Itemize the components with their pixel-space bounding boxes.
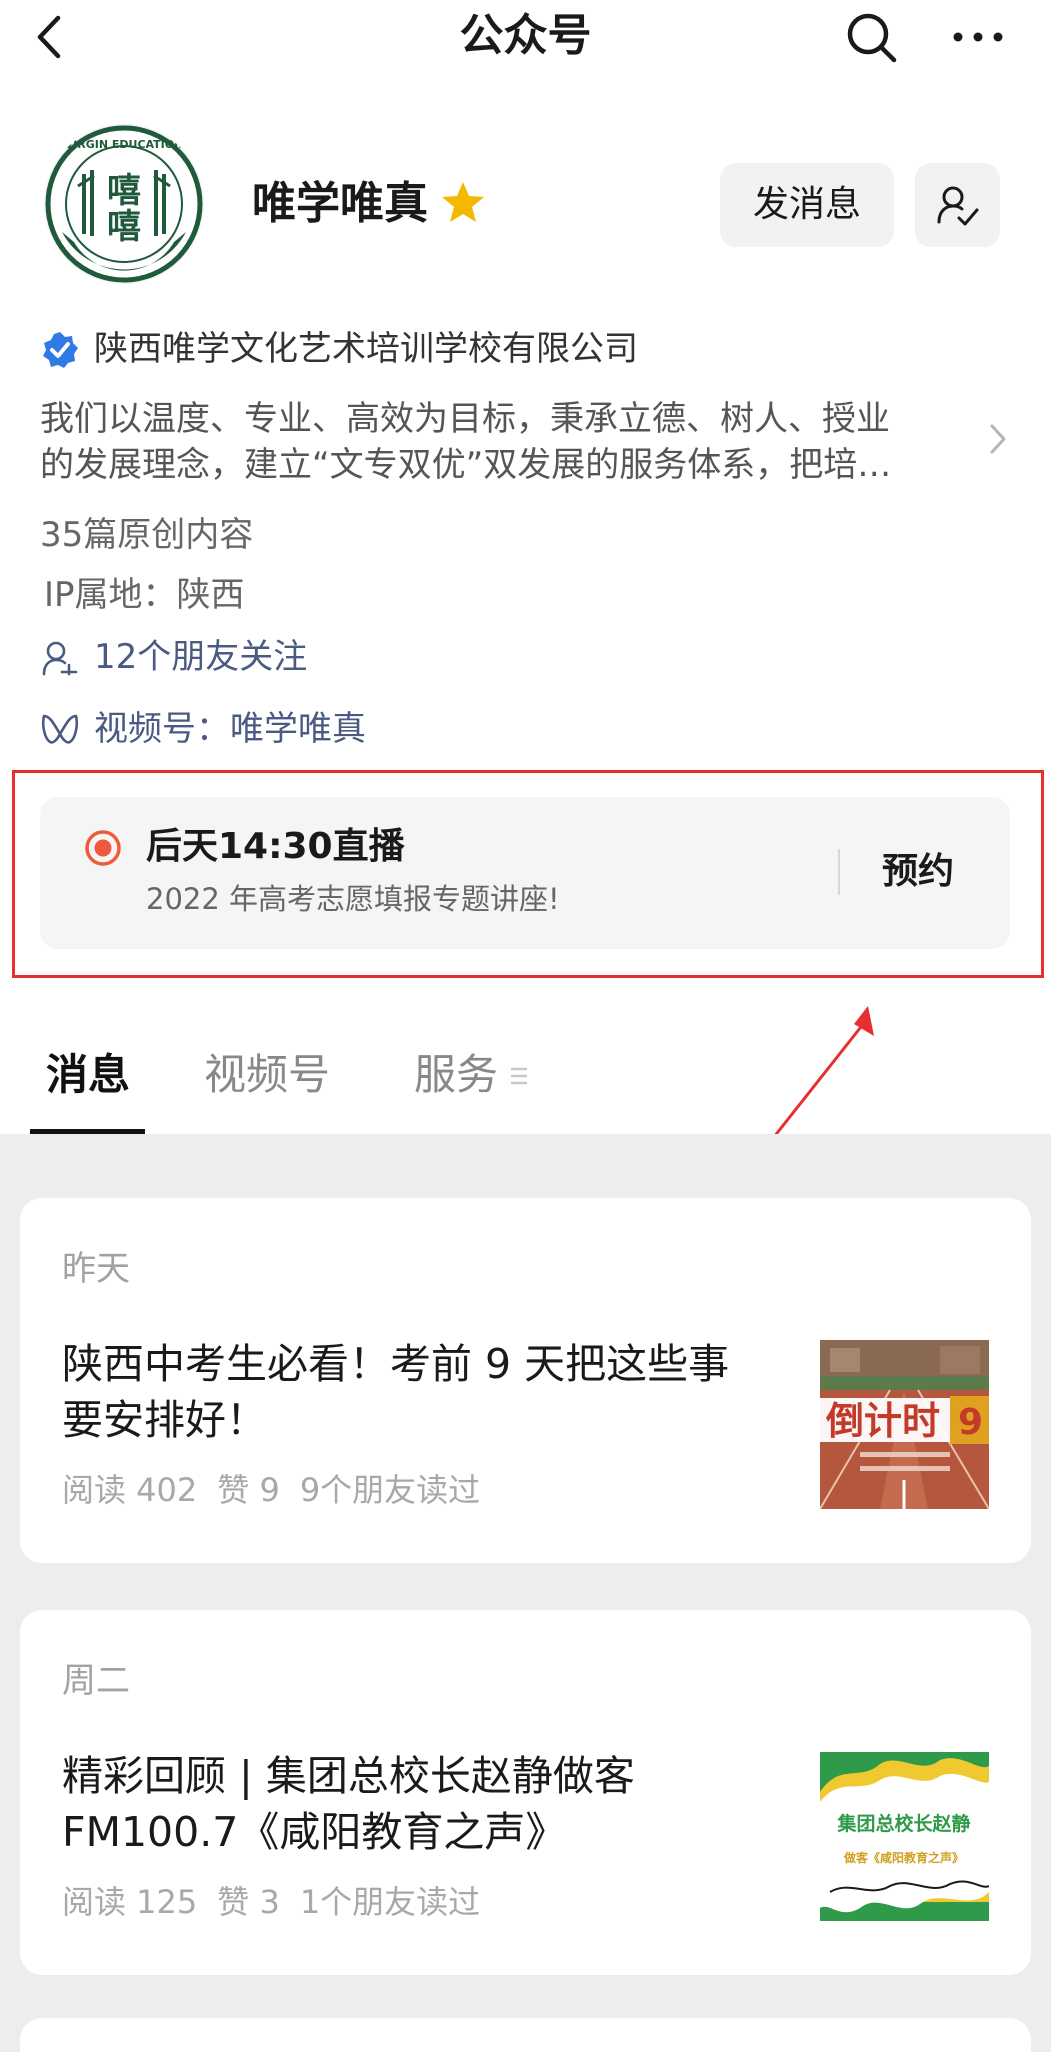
avatar-ring-text: VIRGIN EDUCATION	[65, 138, 184, 151]
account-avatar[interactable]: VIRGIN EDUCATION 嘻 嘻	[44, 124, 204, 284]
article-friends-read: 9个朋友读过	[299, 1471, 481, 1509]
description-line: 我们以温度、专业、高效为目标，秉承立德、树人、授业	[40, 399, 890, 439]
article-title: 精彩回顾 | 集团总校长赵静做客 FM100.7《咸阳教育之声》	[62, 1748, 802, 1860]
article-card[interactable]: 昨天 陕西中考生必看！考前 9 天把这些事 要安排好！ 阅读 402 赞 9 9个朋…	[20, 1198, 1031, 1563]
article-title-line: 要安排好！	[62, 1396, 267, 1444]
follow-settings-button[interactable]	[915, 163, 1000, 247]
menu-lines-icon[interactable]	[509, 1063, 529, 1089]
article-feed: 昨天 陕西中考生必看！考前 9 天把这些事 要安排好！ 阅读 402 赞 9 9个朋…	[0, 1134, 1051, 2052]
article-title: 陕西中考生必看！考前 9 天把这些事 要安排好！	[62, 1336, 802, 1448]
user-check-icon	[937, 186, 979, 226]
article-title-line: 陕西中考生必看！考前 9 天把这些事	[62, 1340, 730, 1388]
live-stream-card[interactable]: 后天14:30直播 2022 年高考志愿填报专题讲座! 预约	[40, 797, 1010, 949]
article-card[interactable]	[20, 2018, 1031, 2052]
account-name: 唯学唯真	[252, 178, 428, 229]
article-card[interactable]: 周二 精彩回顾 | 集团总校长赵静做客 FM100.7《咸阳教育之声》 阅读 1…	[20, 1610, 1031, 1975]
live-divider	[838, 849, 840, 895]
school-logo-icon: VIRGIN EDUCATION 嘻 嘻	[45, 125, 203, 283]
thumbnail-caption: 集团总校长赵静	[836, 1812, 970, 1835]
article-reads: 阅读 402	[62, 1471, 198, 1509]
tab-services[interactable]: 服务	[414, 1045, 498, 1105]
avatar-glyph-top: 嘻	[107, 171, 141, 211]
thumbnail-caption: 倒计时	[825, 1399, 940, 1443]
chevron-right-icon[interactable]	[988, 422, 1008, 456]
article-date: 昨天	[62, 1249, 130, 1289]
article-likes: 赞 3	[217, 1883, 280, 1921]
description-line: 的发展理念，建立“文专双优”双发展的服务体系，把培…	[40, 445, 892, 485]
countdown-thumbnail-image: 倒计时 9	[820, 1340, 989, 1509]
tab-video-channel[interactable]: 视频号	[204, 1045, 330, 1105]
star-icon	[442, 182, 484, 222]
thumbnail-number: 9	[958, 1402, 983, 1443]
live-indicator-icon	[85, 830, 121, 866]
friends-following-text: 12个朋友关注	[94, 637, 308, 677]
reserve-button[interactable]: 预约	[882, 847, 954, 897]
article-title-line: FM100.7《咸阳教育之声》	[62, 1808, 567, 1856]
article-date: 周二	[62, 1661, 130, 1701]
live-subtitle: 2022 年高考志愿填报专题讲座!	[146, 882, 560, 916]
article-title-line: 精彩回顾 | 集团总校长赵静做客	[62, 1752, 635, 1800]
send-message-button[interactable]: 发消息	[720, 163, 894, 247]
live-title: 后天14:30直播	[146, 826, 405, 867]
video-channel-label: 视频号：唯学唯真	[94, 706, 366, 752]
article-thumbnail[interactable]: 倒计时 9	[820, 1340, 989, 1509]
thumbnail-subcaption: 做客《咸阳教育之声》	[843, 1850, 964, 1865]
article-likes: 赞 9	[217, 1471, 280, 1509]
article-stats: 阅读 402 赞 9 9个朋友读过	[62, 1468, 500, 1512]
video-channel-prefix: 视频号：	[94, 709, 230, 749]
ip-location: IP属地：陕西	[44, 575, 245, 615]
article-friends-read: 1个朋友读过	[299, 1883, 481, 1921]
tab-messages[interactable]: 消息	[46, 1045, 130, 1105]
friends-icon	[42, 641, 78, 676]
radio-interview-thumbnail-image: 集团总校长赵静 做客《咸阳教育之声》	[820, 1752, 989, 1921]
verified-company-name: 陕西唯学文化艺术培训学校有限公司	[94, 329, 638, 369]
original-content-count: 35篇原创内容	[40, 515, 254, 555]
video-channel-name: 唯学唯真	[230, 709, 366, 749]
avatar-glyph-bottom: 嘻	[107, 207, 141, 247]
content-tabs: 消息 视频号 服务	[0, 1045, 1051, 1135]
verified-badge-icon	[43, 332, 78, 368]
account-description[interactable]: 我们以温度、专业、高效为目标，秉承立德、树人、授业 的发展理念，建立“文专双优”…	[40, 396, 980, 488]
video-channel-icon	[41, 714, 79, 744]
article-stats: 阅读 125 赞 3 1个朋友读过	[62, 1880, 500, 1924]
article-thumbnail[interactable]: 集团总校长赵静 做客《咸阳教育之声》	[820, 1752, 989, 1921]
article-reads: 阅读 125	[62, 1883, 198, 1921]
